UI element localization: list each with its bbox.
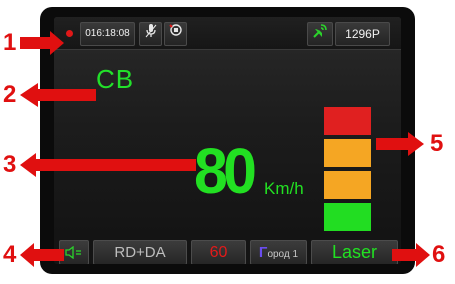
speed-limit-button[interactable]: 60 xyxy=(191,240,246,264)
radar-device: 016:18:08 1296P CB 80 Km/h RD+DA 60 Горо… xyxy=(40,7,415,274)
speed-value: 80 xyxy=(194,135,257,207)
callout-2: 2 xyxy=(3,81,17,108)
city-mode-button[interactable]: Город 1 xyxy=(250,240,307,264)
callout-4: 4 xyxy=(3,241,17,268)
level-segment-4 xyxy=(324,203,371,231)
callout-5: 5 xyxy=(430,130,444,157)
signal-level-indicator xyxy=(324,107,371,231)
voice-record-icon[interactable] xyxy=(164,22,187,46)
laser-button[interactable]: Laser xyxy=(311,240,398,264)
level-segment-2 xyxy=(324,139,371,167)
speaker-icon[interactable] xyxy=(59,240,89,264)
level-segment-1 xyxy=(324,107,371,135)
callout-6: 6 xyxy=(432,241,446,268)
record-dot-icon xyxy=(66,30,73,37)
speed-unit: Km/h xyxy=(264,179,304,198)
mode-button[interactable]: RD+DA xyxy=(93,240,187,264)
callout-3: 3 xyxy=(3,151,17,178)
microphone-icon[interactable] xyxy=(139,22,162,46)
bottom-control-bar: RD+DA 60 Город 1 Laser xyxy=(54,239,401,264)
counter-display: 1296P xyxy=(335,22,390,46)
callout-1: 1 xyxy=(3,29,17,56)
satellite-icon[interactable] xyxy=(307,22,333,46)
band-label: CB xyxy=(96,64,135,94)
city-mode-label: ород 1 xyxy=(267,249,299,260)
top-status-bar: 016:18:08 1296P xyxy=(54,17,401,50)
level-segment-3 xyxy=(324,171,371,199)
clock-display: 016:18:08 xyxy=(80,22,135,46)
display-screen: 016:18:08 1296P CB 80 Km/h RD+DA 60 Горо… xyxy=(54,17,401,264)
